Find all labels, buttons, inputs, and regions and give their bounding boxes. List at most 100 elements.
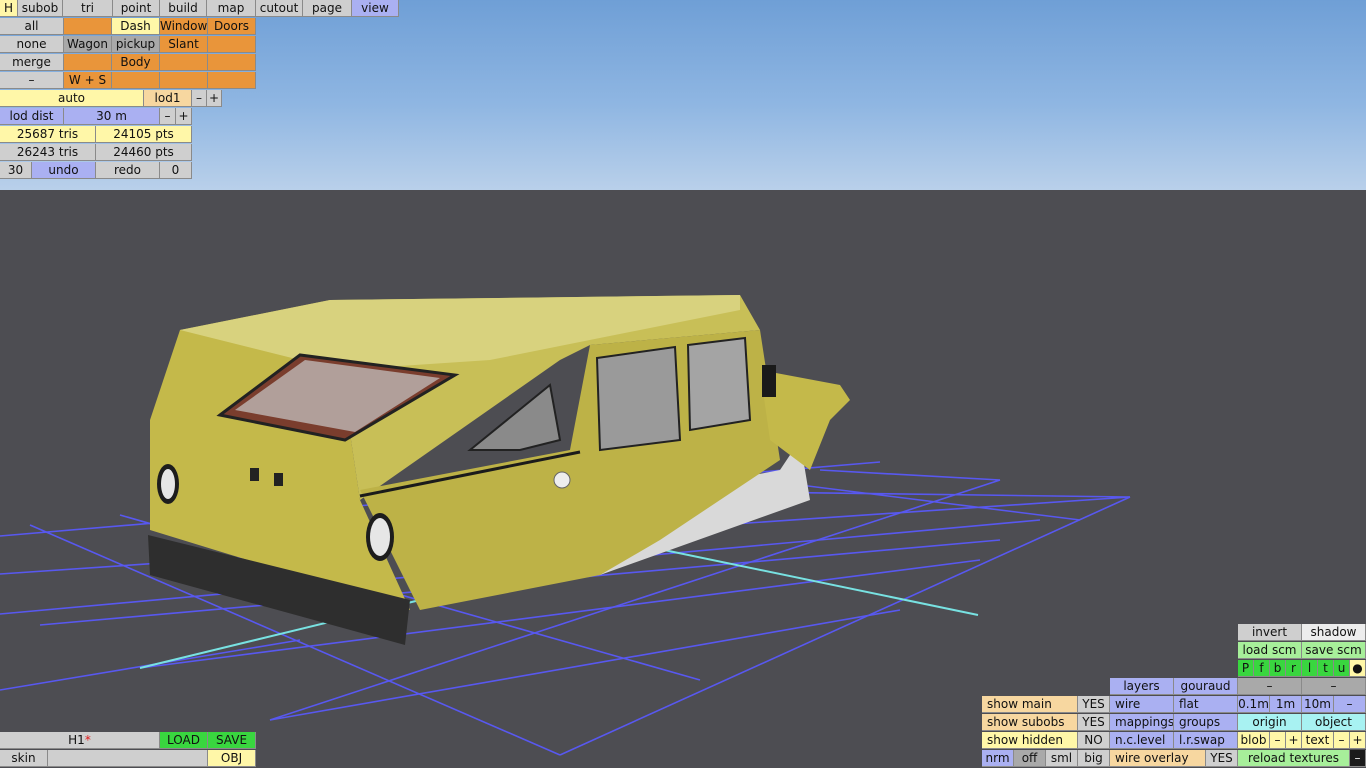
subob-slot[interactable] <box>160 72 208 89</box>
redo-count: 0 <box>160 162 192 179</box>
show-subobs-label: show subobs <box>982 714 1078 731</box>
nrm-button[interactable]: nrm <box>982 750 1014 767</box>
lod-level[interactable]: lod1 <box>144 90 192 107</box>
grid-10m-button[interactable]: 10m <box>1302 696 1334 713</box>
text-minus-button[interactable]: – <box>1334 732 1350 749</box>
view-front-button[interactable]: f <box>1254 660 1270 677</box>
skin-field[interactable] <box>48 750 208 767</box>
point-count: 24105 pts <box>96 126 192 143</box>
origin-button[interactable]: origin <box>1238 714 1302 731</box>
subob-ws[interactable]: W + S <box>64 72 112 89</box>
reload-minus-button[interactable]: – <box>1350 750 1366 767</box>
h-button[interactable]: H <box>0 0 18 17</box>
axis-line <box>639 544 979 616</box>
tab-cutout[interactable]: cutout <box>256 0 303 17</box>
shadow-button[interactable]: shadow <box>1302 624 1366 641</box>
subob-slant[interactable]: Slant <box>160 36 208 53</box>
object-button[interactable]: object <box>1302 714 1366 731</box>
lod-dist-minus-button[interactable]: – <box>160 108 176 125</box>
lod-dist-plus-button[interactable]: + <box>176 108 192 125</box>
text-plus-button[interactable]: + <box>1350 732 1366 749</box>
tab-page[interactable]: page <box>303 0 352 17</box>
lod-minus-button[interactable]: – <box>192 90 207 107</box>
lod-dist-label: lod dist <box>0 108 64 125</box>
tri-count: 26243 tris <box>0 144 96 161</box>
all-button[interactable]: all <box>0 18 64 35</box>
subob-slot[interactable] <box>208 72 256 89</box>
subob-slot[interactable] <box>112 72 160 89</box>
subob-slot[interactable] <box>208 36 256 53</box>
view-under-button[interactable]: u <box>1334 660 1350 677</box>
gouraud-button[interactable]: gouraud <box>1174 678 1238 695</box>
dash-button[interactable]: – <box>1302 678 1366 695</box>
tri-count: 25687 tris <box>0 126 96 143</box>
sml-button[interactable]: sml <box>1046 750 1078 767</box>
big-button[interactable]: big <box>1078 750 1110 767</box>
tab-view[interactable]: view <box>352 0 399 17</box>
grid-01m-button[interactable]: 0.1m <box>1238 696 1270 713</box>
subob-slot[interactable] <box>64 18 112 35</box>
tab-tri[interactable]: tri <box>63 0 113 17</box>
nc-level-button[interactable]: n.c.level <box>1110 732 1174 749</box>
show-main-label: show main <box>982 696 1078 713</box>
vehicle-model[interactable] <box>148 295 850 645</box>
wire-overlay-label: wire overlay <box>1110 750 1206 767</box>
groups-button[interactable]: groups <box>1174 714 1238 731</box>
view-dot-button[interactable]: ● <box>1350 660 1366 677</box>
lod-plus-button[interactable]: + <box>207 90 222 107</box>
subob-slot[interactable] <box>160 54 208 71</box>
tab-map[interactable]: map <box>207 0 256 17</box>
view-left-button[interactable]: l <box>1302 660 1318 677</box>
off-button[interactable]: off <box>1014 750 1046 767</box>
show-subobs-toggle[interactable]: YES <box>1078 714 1110 731</box>
tab-point[interactable]: point <box>113 0 160 17</box>
dash-button[interactable]: – <box>1238 678 1302 695</box>
text-button[interactable]: text <box>1302 732 1334 749</box>
wire-button[interactable]: wire <box>1110 696 1174 713</box>
blob-minus-button[interactable]: – <box>1270 732 1286 749</box>
subob-slot[interactable] <box>64 54 112 71</box>
grid-minus-button[interactable]: – <box>1334 696 1366 713</box>
lr-swap-button[interactable]: l.r.swap <box>1174 732 1238 749</box>
view-right-button[interactable]: r <box>1286 660 1302 677</box>
none-button[interactable]: none <box>0 36 64 53</box>
save-button[interactable]: SAVE <box>208 732 256 749</box>
load-button[interactable]: LOAD <box>160 732 208 749</box>
tab-build[interactable]: build <box>160 0 207 17</box>
view-back-button[interactable]: b <box>1270 660 1286 677</box>
save-scm-button[interactable]: save scm <box>1302 642 1366 659</box>
show-hidden-toggle[interactable]: NO <box>1078 732 1110 749</box>
modified-mark: * <box>84 733 91 747</box>
load-scm-button[interactable]: load scm <box>1238 642 1302 659</box>
subob-slot[interactable] <box>208 54 256 71</box>
merge-button[interactable]: merge <box>0 54 64 71</box>
lod-auto-button[interactable]: auto <box>0 90 144 107</box>
subob-doors[interactable]: Doors <box>208 18 256 35</box>
blob-plus-button[interactable]: + <box>1286 732 1302 749</box>
minus-button[interactable]: – <box>0 72 64 89</box>
layers-button[interactable]: layers <box>1110 678 1174 695</box>
mappings-button[interactable]: mappings <box>1110 714 1174 731</box>
subob-dash[interactable]: Dash <box>112 18 160 35</box>
viewport-3d[interactable] <box>0 0 1366 768</box>
show-main-toggle[interactable]: YES <box>1078 696 1110 713</box>
view-perspective-button[interactable]: P <box>1238 660 1254 677</box>
wire-overlay-toggle[interactable]: YES <box>1206 750 1238 767</box>
view-top-button[interactable]: t <box>1318 660 1334 677</box>
reload-textures-button[interactable]: reload textures <box>1238 750 1350 767</box>
subob-windows[interactable]: Windows <box>160 18 208 35</box>
lod-dist-value[interactable]: 30 m <box>64 108 160 125</box>
blob-button[interactable]: blob <box>1238 732 1270 749</box>
subob-wagon[interactable]: Wagon <box>64 36 112 53</box>
invert-button[interactable]: invert <box>1238 624 1302 641</box>
subob-body[interactable]: Body <box>112 54 160 71</box>
obj-button[interactable]: OBJ <box>208 750 256 767</box>
redo-button[interactable]: redo <box>96 162 160 179</box>
undo-button[interactable]: undo <box>32 162 96 179</box>
grid-1m-button[interactable]: 1m <box>1270 696 1302 713</box>
undo-count: 30 <box>0 162 32 179</box>
tab-subob[interactable]: subob <box>18 0 63 17</box>
file-name[interactable]: H1* <box>0 732 160 749</box>
flat-button[interactable]: flat <box>1174 696 1238 713</box>
subob-pickup[interactable]: pickup <box>112 36 160 53</box>
